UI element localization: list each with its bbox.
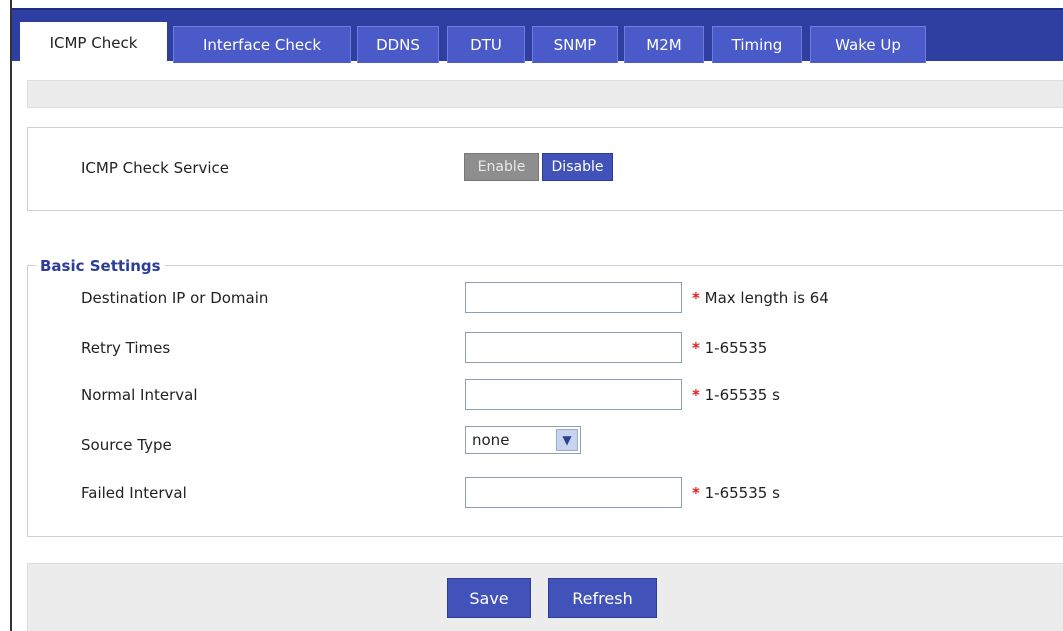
retry-times-label: Retry Times: [81, 339, 171, 357]
retry-times-hint: * 1-65535: [692, 339, 768, 357]
failed-interval-input[interactable]: [465, 477, 682, 508]
normal-interval-label: Normal Interval: [81, 386, 198, 404]
service-label: ICMP Check Service: [81, 159, 230, 177]
service-section: ICMP Check Service Enable Disable: [27, 127, 1063, 211]
refresh-button[interactable]: Refresh: [548, 578, 657, 618]
tab-dtu[interactable]: DTU: [447, 26, 525, 63]
tab-bar: ICMP Check Interface Check DDNS DTU SNMP…: [12, 8, 1063, 63]
action-band: [27, 563, 1063, 631]
destination-hint: * Max length is 64: [692, 289, 829, 307]
source-type-label: Source Type: [81, 436, 172, 454]
required-mark: *: [692, 289, 700, 307]
enable-button[interactable]: Enable: [464, 153, 539, 181]
normal-interval-hint: * 1-65535 s: [692, 386, 780, 404]
retry-times-input[interactable]: [465, 332, 682, 363]
save-button[interactable]: Save: [447, 578, 531, 618]
required-mark: *: [692, 339, 700, 357]
tab-snmp[interactable]: SNMP: [532, 26, 618, 63]
tab-ddns[interactable]: DDNS: [357, 26, 439, 63]
required-mark: *: [692, 484, 700, 502]
chevron-down-icon[interactable]: ▼: [556, 429, 578, 451]
tab-timing[interactable]: Timing: [712, 26, 802, 63]
tab-m2m[interactable]: M2M: [624, 26, 704, 63]
destination-label: Destination IP or Domain: [81, 289, 269, 307]
failed-interval-hint: * 1-65535 s: [692, 484, 780, 502]
failed-interval-label: Failed Interval: [81, 484, 187, 502]
source-type-value: none: [472, 431, 510, 449]
source-type-select[interactable]: none ▼: [465, 426, 581, 454]
header-band: [27, 80, 1063, 108]
tab-icmp-check[interactable]: ICMP Check: [20, 22, 167, 63]
disable-button[interactable]: Disable: [542, 153, 613, 181]
tab-interface-check[interactable]: Interface Check: [173, 26, 351, 63]
destination-input[interactable]: [465, 282, 682, 313]
required-mark: *: [692, 386, 700, 404]
basic-settings-legend: Basic Settings: [36, 257, 165, 275]
normal-interval-input[interactable]: [465, 379, 682, 410]
tab-wake-up[interactable]: Wake Up: [810, 26, 926, 63]
